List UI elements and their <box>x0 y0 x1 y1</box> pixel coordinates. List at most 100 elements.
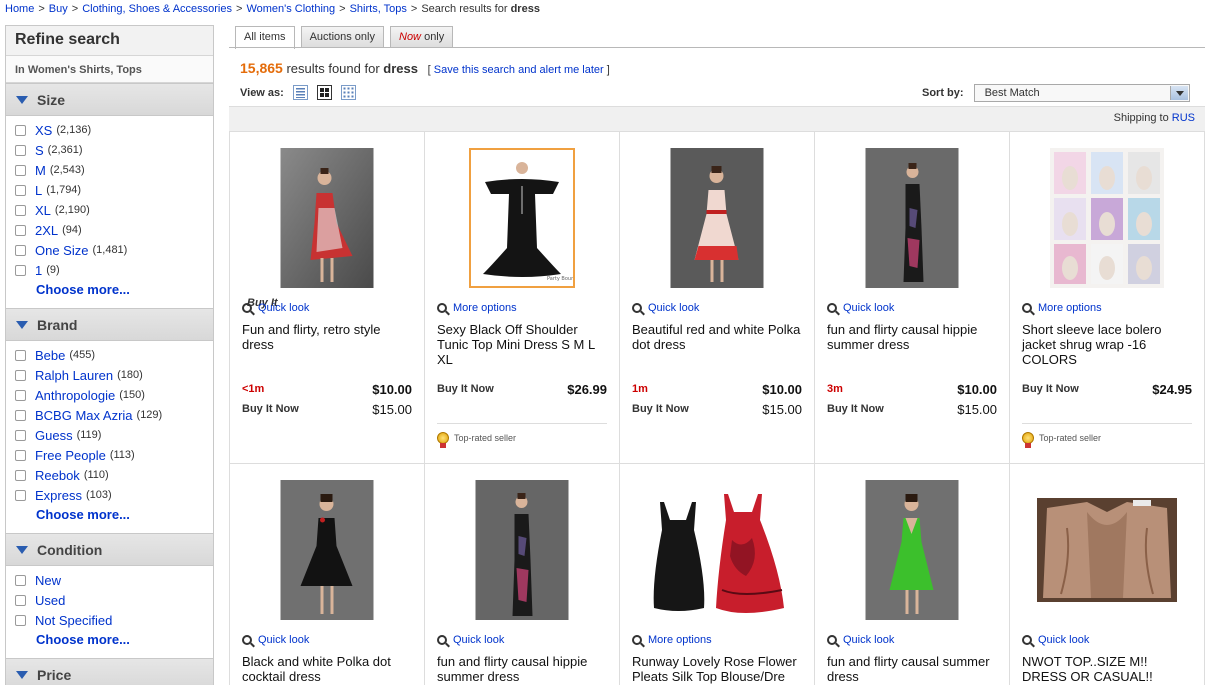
quick-look-link[interactable]: Quick look <box>632 302 699 314</box>
facet-option-ralph-lauren[interactable]: Ralph Lauren (180) <box>15 365 213 385</box>
facet-option-new[interactable]: New <box>15 570 213 590</box>
magnifier-icon <box>827 303 837 313</box>
facet-size-header[interactable]: Size <box>6 83 213 116</box>
facet-option-2xl[interactable]: 2XL (94) <box>15 220 213 240</box>
checkbox[interactable] <box>15 469 26 481</box>
facet-option-guess[interactable]: Guess (119) <box>15 425 213 445</box>
checkbox[interactable] <box>15 389 26 401</box>
facet-option-m[interactable]: M (2,543) <box>15 160 213 180</box>
checkbox[interactable] <box>15 244 26 256</box>
checkbox[interactable] <box>15 369 26 381</box>
quick-look-link[interactable]: Quick look <box>242 302 309 314</box>
listing-card[interactable]: Quick look Black and white Polka dot coc… <box>230 464 425 685</box>
facet-option-s[interactable]: S (2,361) <box>15 140 213 160</box>
checkbox[interactable] <box>15 489 26 501</box>
item-photo[interactable] <box>280 480 374 620</box>
more-options-link[interactable]: More options <box>632 634 712 646</box>
listing-card[interactable]: More options Runway Lovely Rose Flower P… <box>620 464 815 685</box>
item-photo[interactable] <box>475 480 569 620</box>
checkbox[interactable] <box>15 429 26 441</box>
facet-brand-header[interactable]: Brand <box>6 308 213 341</box>
item-title[interactable]: Runway Lovely Rose Flower Pleats Silk To… <box>632 654 804 684</box>
item-photo[interactable]: Party Bounty <box>469 148 575 288</box>
item-photo[interactable] <box>280 148 374 288</box>
checkbox[interactable] <box>15 409 26 421</box>
checkbox[interactable] <box>15 349 26 361</box>
more-options-link[interactable]: More options <box>437 302 517 314</box>
facet-option-free-people[interactable]: Free People (113) <box>15 445 213 465</box>
checkbox[interactable] <box>15 594 26 606</box>
listing-card[interactable]: Quick look fun and flirty causal summer … <box>815 464 1010 685</box>
item-title[interactable]: Sexy Black Off Shoulder Tunic Top Mini D… <box>437 322 609 367</box>
breadcrumb-womens-clothing[interactable]: Women's Clothing <box>246 3 335 15</box>
facet-condition-header[interactable]: Condition <box>6 533 213 566</box>
item-title[interactable]: fun and flirty causal hippie summer dres… <box>827 322 999 352</box>
checkbox[interactable] <box>15 144 26 156</box>
facet-option-express[interactable]: Express (103) <box>15 485 213 505</box>
grid-view-icon[interactable] <box>340 85 356 100</box>
checkbox[interactable] <box>15 164 26 176</box>
item-photo[interactable] <box>865 148 959 288</box>
more-options-link[interactable]: More options <box>1022 302 1102 314</box>
quick-look-link[interactable]: Quick look <box>827 634 894 646</box>
breadcrumb-clothing[interactable]: Clothing, Shoes & Accessories <box>82 3 232 15</box>
item-title[interactable]: fun and flirty causal hippie summer dres… <box>437 654 609 684</box>
checkbox[interactable] <box>15 124 26 136</box>
listing-card[interactable]: Quick look NWOT TOP..SIZE M!! DRESS OR C… <box>1010 464 1205 685</box>
tab-buy-it-now-only[interactable]: Buy It Now only <box>247 26 454 309</box>
item-title[interactable]: NWOT TOP..SIZE M!! DRESS OR CASUAL!! <box>1022 654 1194 684</box>
facet-option-anthropologie[interactable]: Anthropologie (150) <box>15 385 213 405</box>
sort-select[interactable]: Best Match <box>973 84 1190 102</box>
facet-option-xl[interactable]: XL (2,190) <box>15 200 213 220</box>
list-view-icon[interactable] <box>292 85 308 100</box>
checkbox[interactable] <box>15 264 26 276</box>
save-search-link[interactable]: Save this search and alert me later <box>434 64 604 76</box>
gallery-view-icon[interactable] <box>316 85 332 100</box>
facet-option-not-specified[interactable]: Not Specified <box>15 610 213 630</box>
item-title[interactable]: Short sleeve lace bolero jacket shrug wr… <box>1022 322 1194 367</box>
breadcrumb-shirts-tops[interactable]: Shirts, Tops <box>350 3 407 15</box>
facet-option-used[interactable]: Used <box>15 590 213 610</box>
listing-card[interactable]: Quick look Fun and flirty, retro style d… <box>230 132 425 464</box>
checkbox[interactable] <box>15 224 26 236</box>
breadcrumb-buy[interactable]: Buy <box>49 3 68 15</box>
checkbox[interactable] <box>15 184 26 196</box>
facet-option-1[interactable]: 1 (9) <box>15 260 213 280</box>
item-title[interactable]: Beautiful red and white Polka dot dress <box>632 322 804 352</box>
listing-card[interactable]: More options Short sleeve lace bolero ja… <box>1010 132 1205 464</box>
shipping-country-link[interactable]: RUS <box>1172 112 1195 124</box>
item-photo[interactable] <box>670 148 764 288</box>
facet-option-xs[interactable]: XS (2,136) <box>15 120 213 140</box>
item-title[interactable]: Fun and flirty, retro style dress <box>242 322 414 352</box>
item-title[interactable]: Black and white Polka dot cocktail dress <box>242 654 414 684</box>
quick-look-link[interactable]: Quick look <box>1022 634 1089 646</box>
checkbox[interactable] <box>15 614 26 626</box>
tab-all-items[interactable]: All items <box>235 26 295 49</box>
tab-auctions-only[interactable]: Auctions only <box>300 26 384 48</box>
checkbox[interactable] <box>15 574 26 586</box>
item-photo[interactable] <box>865 480 959 620</box>
condition-choose-more-link[interactable]: Choose more... <box>36 630 213 650</box>
breadcrumb-home[interactable]: Home <box>5 3 34 15</box>
listing-card[interactable]: Quick look Beautiful red and white Polka… <box>620 132 815 464</box>
item-photo[interactable] <box>642 480 792 620</box>
facet-price-header[interactable]: Price <box>6 658 213 685</box>
checkbox[interactable] <box>15 204 26 216</box>
brand-choose-more-link[interactable]: Choose more... <box>36 505 213 525</box>
quick-look-link[interactable]: Quick look <box>437 634 504 646</box>
item-title[interactable]: fun and flirty causal summer dress <box>827 654 999 684</box>
listing-card[interactable]: Quick look fun and flirty causal hippie … <box>425 464 620 685</box>
facet-option-bebe[interactable]: Bebe (455) <box>15 345 213 365</box>
item-photo[interactable] <box>1050 148 1164 288</box>
quick-look-link[interactable]: Quick look <box>827 302 894 314</box>
size-choose-more-link[interactable]: Choose more... <box>36 280 213 300</box>
facet-option-reebok[interactable]: Reebok (110) <box>15 465 213 485</box>
listing-card[interactable]: Party Bounty More options Sexy Black Off… <box>425 132 620 464</box>
facet-option-bcbg[interactable]: BCBG Max Azria (129) <box>15 405 213 425</box>
facet-option-l[interactable]: L (1,794) <box>15 180 213 200</box>
listing-card[interactable]: Quick look fun and flirty causal hippie … <box>815 132 1010 464</box>
item-photo[interactable] <box>1037 498 1177 602</box>
quick-look-link[interactable]: Quick look <box>242 634 309 646</box>
facet-option-one-size[interactable]: One Size (1,481) <box>15 240 213 260</box>
checkbox[interactable] <box>15 449 26 461</box>
